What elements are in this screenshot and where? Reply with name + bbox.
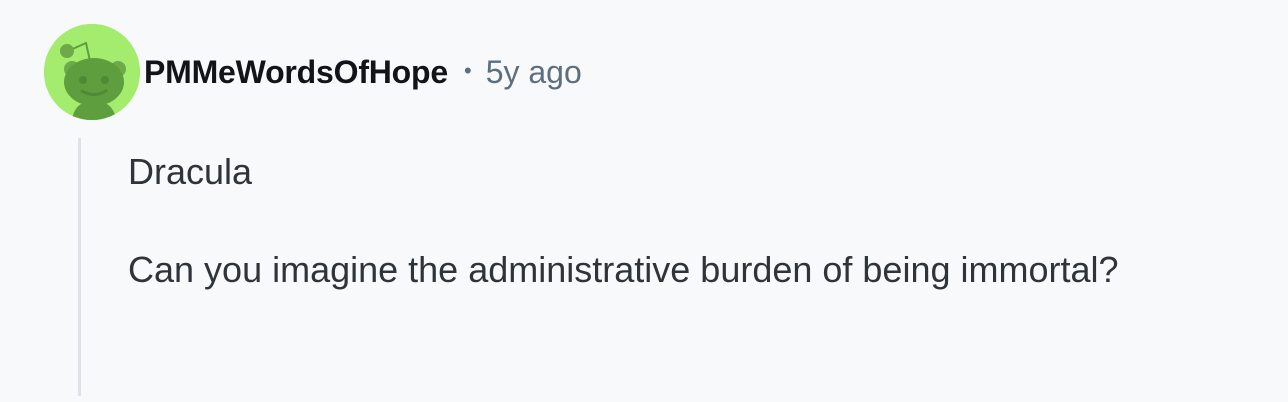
metadata-separator: • (463, 58, 472, 83)
reddit-snoo-avatar-icon (44, 24, 140, 120)
user-avatar[interactable] (44, 24, 140, 120)
comment: PMMeWordsOfHope • 5y ago Dracula Can you… (0, 0, 1288, 402)
thread-collapse-line[interactable] (78, 138, 81, 396)
comment-paragraph: Dracula (128, 151, 253, 192)
comment-timestamp[interactable]: 5y ago (486, 54, 582, 91)
comment-body: Dracula Can you imagine the administrati… (128, 146, 1248, 296)
comment-header: PMMeWordsOfHope • 5y ago (44, 24, 582, 120)
comment-paragraph: Can you imagine the administrative burde… (128, 249, 1119, 290)
comment-author[interactable]: PMMeWordsOfHope (144, 54, 448, 91)
